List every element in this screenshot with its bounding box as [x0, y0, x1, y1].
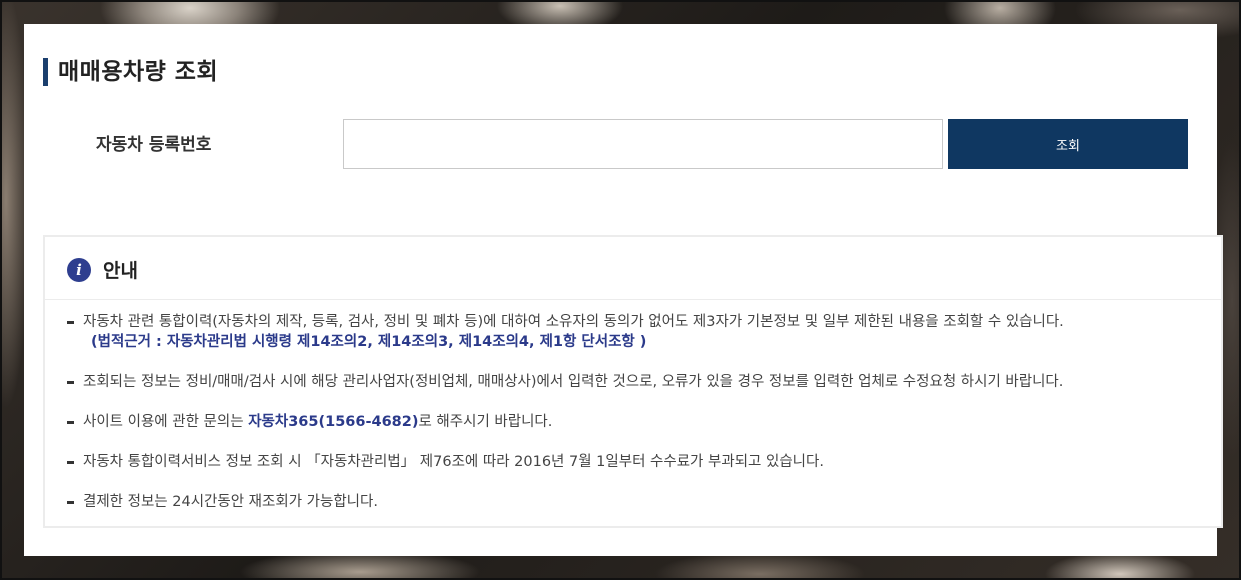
- list-item: 결제한 정보는 24시간동안 재조회가 가능합니다.: [65, 492, 1211, 512]
- bullet-dash-icon: [67, 381, 74, 384]
- notice-text: 조회되는 정보는 정비/매매/검사 시에 해당 관리사업자(정비업체, 매매상사…: [83, 374, 1064, 390]
- list-item: 자동차 통합이력서비스 정보 조회 시 「자동차관리법」 제76조에 따라 20…: [65, 452, 1211, 472]
- list-item: 사이트 이용에 관한 문의는 자동차365(1566-4682)로 해주시기 바…: [65, 412, 1211, 432]
- notice-title: 안내: [103, 260, 138, 282]
- notice-text: 자동차 관련 통합이력(자동차의 제작, 등록, 검사, 정비 및 폐차 등)에…: [83, 314, 1064, 330]
- bullet-dash-icon: [67, 461, 74, 464]
- search-button[interactable]: 조회: [948, 119, 1188, 169]
- notice-text: 자동차 통합이력서비스 정보 조회 시 「자동차관리법」 제76조에 따라 20…: [83, 454, 824, 470]
- registration-number-label: 자동차 등록번호: [96, 135, 212, 155]
- notice-text-prefix: 사이트 이용에 관한 문의는: [83, 414, 249, 430]
- legal-basis-text: (법적근거 : 자동차관리법 시행령 제14조의2, 제14조의3, 제14조의…: [91, 334, 647, 350]
- bullet-dash-icon: [67, 321, 74, 324]
- main-panel: 매매용차량 조회 자동차 등록번호 조회 i 안내 자동차 관련 통합이력(자동…: [24, 24, 1223, 556]
- bullet-dash-icon: [67, 421, 74, 424]
- notice-text: 결제한 정보는 24시간동안 재조회가 가능합니다.: [83, 494, 378, 510]
- notice-list: 자동차 관련 통합이력(자동차의 제작, 등록, 검사, 정비 및 폐차 등)에…: [65, 312, 1211, 532]
- notice-text-suffix: 로 해주시기 바랍니다.: [418, 414, 553, 430]
- notice-header: i 안내: [45, 237, 1221, 300]
- contact-number: 자동차365(1566-4682): [248, 414, 419, 430]
- notice-box: i 안내 자동차 관련 통합이력(자동차의 제작, 등록, 검사, 정비 및 폐…: [43, 235, 1223, 528]
- info-icon: i: [67, 258, 91, 282]
- list-item: 자동차 관련 통합이력(자동차의 제작, 등록, 검사, 정비 및 폐차 등)에…: [65, 312, 1211, 352]
- list-item: 조회되는 정보는 정비/매매/검사 시에 해당 관리사업자(정비업체, 매매상사…: [65, 372, 1211, 392]
- bullet-dash-icon: [67, 501, 74, 504]
- page-title: 매매용차량 조회: [43, 58, 218, 86]
- registration-number-input[interactable]: [343, 119, 943, 169]
